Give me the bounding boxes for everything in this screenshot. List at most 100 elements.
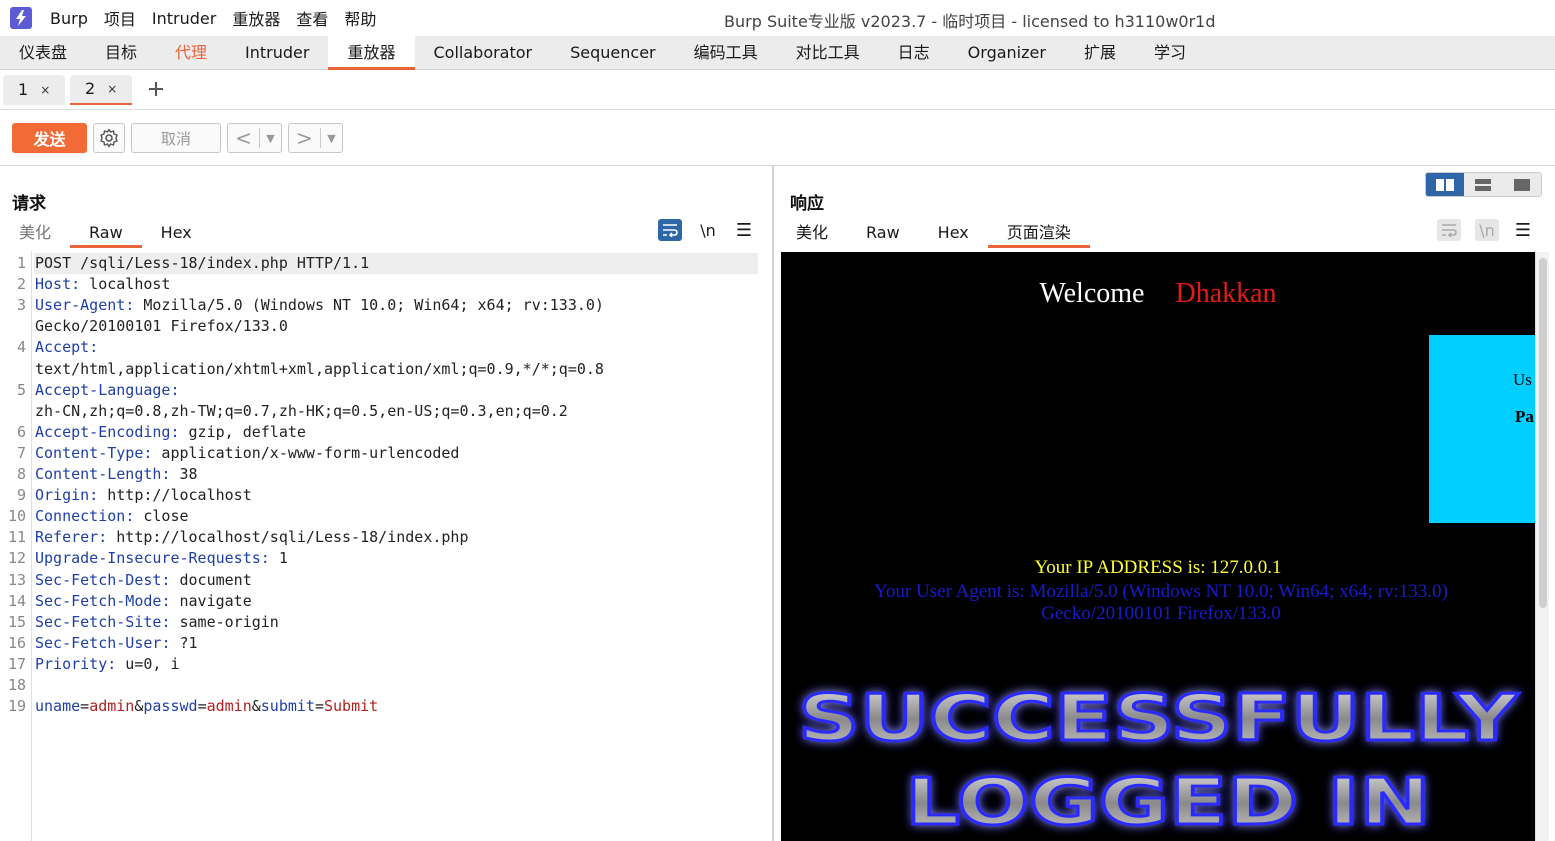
tab-organizer[interactable]: Organizer — [949, 36, 1065, 70]
editor-line: 12 Upgrade-Insecure-Requests: 1 — [0, 548, 288, 569]
header-value: gzip, deflate — [179, 422, 306, 441]
tab-logger[interactable]: 日志 — [879, 36, 949, 70]
add-tab-icon[interactable] — [147, 75, 165, 105]
line-number: 18 — [7, 676, 26, 694]
line-text: POST /sqli/Less-18/index.php HTTP/1.1 — [35, 254, 370, 272]
welcome-name: Dhakkan — [1175, 278, 1277, 309]
menu-intruder[interactable]: Intruder — [152, 9, 216, 28]
editor-line: 3 User-Agent: Mozilla/5.0 (Windows NT 10.… — [0, 295, 604, 316]
tab-target[interactable]: 目标 — [86, 36, 156, 70]
repeater-tab-label: 2 — [85, 79, 96, 98]
columns-icon — [1436, 178, 1455, 191]
tab-decoder[interactable]: 编码工具 — [675, 36, 777, 70]
layout-tabs-button[interactable] — [1502, 173, 1541, 196]
cancel-button[interactable]: 取消 — [131, 123, 221, 153]
tab-proxy[interactable]: 代理 — [156, 36, 226, 70]
banner-line-1: SUCCESSFULLY — [798, 682, 1519, 756]
header-name: Accept-Encoding — [35, 422, 171, 441]
burp-logo-icon — [10, 7, 32, 29]
scrollbar-thumb[interactable] — [1539, 258, 1547, 608]
back-button[interactable]: < ▼ — [227, 123, 282, 153]
menu-help[interactable]: 帮助 — [344, 6, 376, 30]
param-value: admin — [89, 697, 135, 716]
menu-project[interactable]: 项目 — [104, 6, 136, 30]
repeater-tab-1[interactable]: 1 × — [3, 74, 65, 105]
banner-line-2: LOGGED IN — [906, 766, 1431, 840]
editor-line: Gecko/20100101 Firefox/133.0 — [0, 316, 288, 337]
param-name: passwd — [143, 697, 198, 716]
param-name: submit — [260, 697, 315, 716]
header-name: Priority — [35, 654, 108, 673]
tab-dashboard[interactable]: 仪表盘 — [0, 36, 86, 70]
tab-sequencer[interactable]: Sequencer — [551, 36, 675, 70]
tab-render[interactable]: 页面渲染 — [987, 220, 1090, 248]
menu-repeater[interactable]: 重放器 — [232, 6, 280, 30]
line-text: text/html,application/xhtml+xml,applicat… — [35, 359, 604, 378]
line-number: 13 — [7, 570, 26, 589]
tab-repeater[interactable]: 重放器 — [328, 36, 415, 70]
tab-extensions[interactable]: 扩展 — [1065, 36, 1135, 70]
editor-line: 15 Sec-Fetch-Site: same-origin — [0, 612, 279, 633]
pane-splitter[interactable] — [772, 166, 774, 841]
line-number: 14 — [7, 591, 26, 610]
username-label: Us — [1513, 370, 1532, 389]
header-value: close — [134, 507, 189, 526]
header-name: Accept — [35, 338, 90, 357]
header-value: navigate — [170, 591, 252, 610]
layout-switcher — [1425, 172, 1542, 197]
hamburger-menu-icon[interactable]: ☰ — [734, 219, 754, 241]
tab-comparer[interactable]: 对比工具 — [777, 36, 879, 70]
header-value: document — [170, 570, 252, 589]
editor-line: 1 POST /sqli/Less-18/index.php HTTP/1.1 — [0, 253, 369, 274]
tab-pretty[interactable]: 美化 — [777, 220, 847, 248]
param-value: Submit — [324, 697, 379, 716]
line-number: 11 — [7, 528, 26, 547]
password-label: Pa — [1515, 407, 1534, 426]
ip-address-text: Your IP ADDRESS is: 127.0.0.1 — [1034, 557, 1282, 578]
header-name: Sec-Fetch-Mode — [35, 591, 162, 610]
editor-line: 9 Origin: http://localhost — [0, 485, 252, 506]
dropdown-arrow-icon[interactable]: ▼ — [260, 132, 281, 145]
header-value: 1 — [269, 549, 288, 568]
header-value: same-origin — [170, 612, 279, 631]
layout-side-by-side-button[interactable] — [1426, 173, 1465, 196]
response-scrollbar[interactable] — [1535, 252, 1549, 841]
tab-intruder[interactable]: Intruder — [226, 36, 328, 70]
show-newlines-icon[interactable]: \n — [1475, 219, 1499, 241]
send-button[interactable]: 发送 — [12, 123, 87, 153]
dropdown-arrow-icon[interactable]: ▼ — [321, 132, 342, 145]
word-wrap-icon[interactable] — [1437, 219, 1461, 241]
settings-button[interactable] — [93, 123, 125, 153]
menu-burp[interactable]: Burp — [50, 9, 88, 28]
header-name: Accept-Language — [35, 380, 171, 399]
line-text: zh-CN,zh;q=0.8,zh-TW;q=0.7,zh-HK;q=0.5,e… — [35, 401, 568, 420]
editor-line: 17 Priority: u=0, i — [0, 654, 180, 675]
tab-learn[interactable]: 学习 — [1135, 36, 1205, 70]
request-editor[interactable]: 1 POST /sqli/Less-18/index.php HTTP/1.1 2 H… — [0, 251, 770, 841]
tab-pretty[interactable]: 美化 — [0, 220, 70, 248]
param-name: uname — [35, 697, 81, 716]
gear-icon — [100, 128, 118, 148]
tab-raw[interactable]: Raw — [847, 220, 919, 248]
close-icon[interactable]: × — [40, 83, 50, 97]
main-tab-bar: 仪表盘 目标 代理 Intruder 重放器 Collaborator Sequ… — [0, 36, 1555, 70]
tab-hex[interactable]: Hex — [919, 220, 988, 248]
rendered-page: Welcome Dhakkan Us Pa Your IP ADDRESS is… — [781, 252, 1535, 841]
tab-hex[interactable]: Hex — [142, 220, 211, 248]
response-view-tabs: 美化 Raw Hex 页面渲染 — [777, 220, 1090, 248]
forward-button[interactable]: > ▼ — [288, 123, 343, 153]
word-wrap-icon[interactable] — [658, 219, 682, 241]
header-name: Origin — [35, 486, 90, 505]
hamburger-menu-icon[interactable]: ☰ — [1513, 219, 1533, 241]
repeater-tab-2[interactable]: 2 × — [70, 74, 132, 105]
line-number: 9 — [16, 486, 26, 505]
chevron-right-icon: > — [289, 128, 321, 148]
tab-collaborator[interactable]: Collaborator — [415, 36, 552, 70]
show-newlines-icon[interactable]: \n — [696, 219, 720, 241]
single-panel-icon — [1513, 178, 1530, 191]
layout-stacked-button[interactable] — [1464, 173, 1503, 196]
menu-view[interactable]: 查看 — [296, 6, 328, 30]
header-name: User-Agent — [35, 296, 126, 315]
close-icon[interactable]: × — [107, 82, 117, 96]
tab-raw[interactable]: Raw — [70, 220, 142, 248]
